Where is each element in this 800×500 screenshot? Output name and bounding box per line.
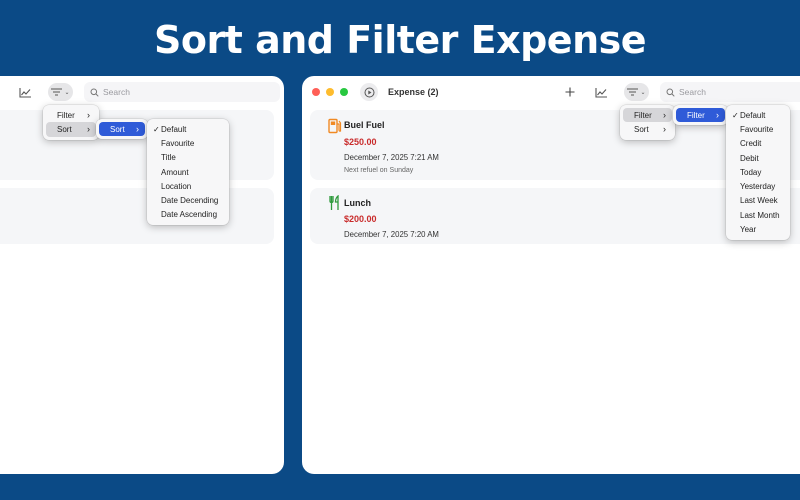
checkmark-icon: ✓ bbox=[153, 124, 160, 134]
menu-item-label: Location bbox=[161, 181, 192, 191]
menu-item-label: Favourite bbox=[740, 124, 774, 134]
submenu-item-filter[interactable]: Filter › bbox=[676, 108, 725, 123]
menu-item-label: Date Ascending bbox=[161, 210, 218, 220]
chart-icon[interactable] bbox=[16, 83, 34, 101]
headline: Sort and Filter Expense bbox=[153, 18, 647, 62]
filter-lines-icon bbox=[51, 88, 63, 96]
sort-option-title[interactable]: Title bbox=[150, 151, 226, 165]
fork-knife-icon bbox=[329, 195, 339, 210]
expense-amount: $250.00 bbox=[344, 137, 377, 147]
menu-item-label: Today bbox=[740, 167, 762, 177]
menu-item-label: Title bbox=[161, 153, 176, 163]
submenu-item-sort[interactable]: Sort › bbox=[99, 122, 145, 137]
sort-filter-button[interactable]: ⌄ bbox=[624, 83, 649, 101]
checkmark-icon: ✓ bbox=[732, 110, 739, 120]
sort-options-menu: ✓ Default Favourite Title Amount Location Date… bbox=[147, 119, 229, 226]
filter-option-last-week[interactable]: Last Week bbox=[729, 194, 787, 208]
filter-lines-icon bbox=[627, 88, 639, 96]
chevron-right-icon: › bbox=[663, 124, 666, 135]
menu-item-label: Filter bbox=[687, 110, 705, 120]
minimize-window-button[interactable] bbox=[326, 88, 334, 96]
right-search-box[interactable] bbox=[660, 82, 800, 102]
chevron-right-icon: › bbox=[136, 124, 139, 135]
menu-item-label: Favourite bbox=[161, 138, 195, 148]
menu-item-filter[interactable]: Filter › bbox=[623, 108, 672, 123]
menu-item-label: Date Decending bbox=[161, 196, 219, 206]
menu-item-sort[interactable]: Sort › bbox=[46, 122, 96, 137]
close-window-button[interactable] bbox=[312, 88, 320, 96]
filter-option-default[interactable]: ✓ Default bbox=[729, 108, 787, 122]
left-search-input[interactable] bbox=[103, 87, 193, 97]
sort-submenu: Sort › bbox=[96, 119, 148, 140]
expense-date: December 7, 2025 7:21 AM bbox=[344, 153, 439, 162]
menu-item-label: Sort bbox=[57, 124, 72, 134]
expense-amount: $200.00 bbox=[344, 214, 377, 224]
menu-item-label: Filter bbox=[57, 110, 75, 120]
zoom-window-button[interactable] bbox=[340, 88, 348, 96]
chevron-right-icon: › bbox=[663, 110, 666, 121]
chevron-right-icon: › bbox=[87, 124, 90, 135]
search-icon bbox=[666, 88, 675, 97]
filter-option-credit[interactable]: Credit bbox=[729, 137, 787, 151]
menu-item-label: Filter bbox=[634, 110, 652, 120]
menu-item-label: Year bbox=[740, 225, 757, 235]
menu-item-filter[interactable]: Filter › bbox=[46, 108, 96, 122]
chart-icon[interactable] bbox=[592, 83, 610, 101]
menu-item-label: Last Week bbox=[740, 196, 778, 206]
menu-item-label: Default bbox=[161, 124, 187, 134]
expense-date: December 7, 2025 7:20 AM bbox=[344, 230, 439, 239]
expense-title: Lunch bbox=[344, 198, 371, 208]
sort-filter-menu: Filter › Sort › bbox=[620, 105, 675, 140]
filter-options-menu: ✓ Default Favourite Credit Debit Today Yesterd… bbox=[726, 105, 790, 240]
fuel-pump-icon bbox=[328, 118, 342, 134]
filter-option-yesterday[interactable]: Yesterday bbox=[729, 179, 787, 193]
menu-item-label: Sort bbox=[110, 124, 125, 134]
search-icon bbox=[90, 88, 99, 97]
right-search-input[interactable] bbox=[679, 87, 769, 97]
menu-item-label: Last Month bbox=[740, 210, 780, 220]
menu-item-label: Yesterday bbox=[740, 182, 776, 192]
window-title: Expense (2) bbox=[388, 87, 439, 97]
sort-option-amount[interactable]: Amount bbox=[150, 165, 226, 179]
sort-filter-button[interactable]: ⌄ bbox=[48, 83, 73, 101]
chevron-down-icon: ⌄ bbox=[64, 89, 70, 96]
filter-option-debit[interactable]: Debit bbox=[729, 151, 787, 165]
sort-option-location[interactable]: Location bbox=[150, 179, 226, 193]
chevron-down-icon: ⌄ bbox=[640, 89, 646, 96]
left-search-box[interactable] bbox=[84, 82, 280, 102]
add-icon[interactable] bbox=[561, 83, 579, 101]
filter-option-favourite[interactable]: Favourite bbox=[729, 122, 787, 136]
menu-item-label: Default bbox=[740, 110, 766, 120]
expense-note: Next refuel on Sunday bbox=[344, 167, 414, 174]
left-toolbar: ⌄ bbox=[0, 76, 284, 108]
filter-option-last-month[interactable]: Last Month bbox=[729, 208, 787, 222]
play-circle-icon[interactable] bbox=[360, 83, 378, 101]
sort-filter-menu: Filter › Sort › bbox=[43, 105, 99, 140]
sort-option-default[interactable]: ✓ Default bbox=[150, 122, 226, 136]
menu-item-label: Debit bbox=[740, 153, 759, 163]
menu-item-sort[interactable]: Sort › bbox=[623, 122, 672, 136]
chevron-right-icon: › bbox=[87, 110, 90, 121]
filter-submenu: Filter › bbox=[673, 105, 728, 126]
sort-option-date-decending[interactable]: Date Decending bbox=[150, 193, 226, 207]
menu-item-label: Amount bbox=[161, 167, 189, 177]
left-expense-card[interactable] bbox=[0, 188, 274, 244]
filter-option-year[interactable]: Year bbox=[729, 222, 787, 236]
expense-title: Buel Fuel bbox=[344, 120, 385, 130]
menu-item-label: Credit bbox=[740, 139, 762, 149]
filter-option-today[interactable]: Today bbox=[729, 165, 787, 179]
sort-option-favourite[interactable]: Favourite bbox=[150, 136, 226, 150]
menu-item-label: Sort bbox=[634, 124, 649, 134]
sort-option-date-ascending[interactable]: Date Ascending bbox=[150, 208, 226, 222]
chevron-right-icon: › bbox=[716, 110, 719, 121]
